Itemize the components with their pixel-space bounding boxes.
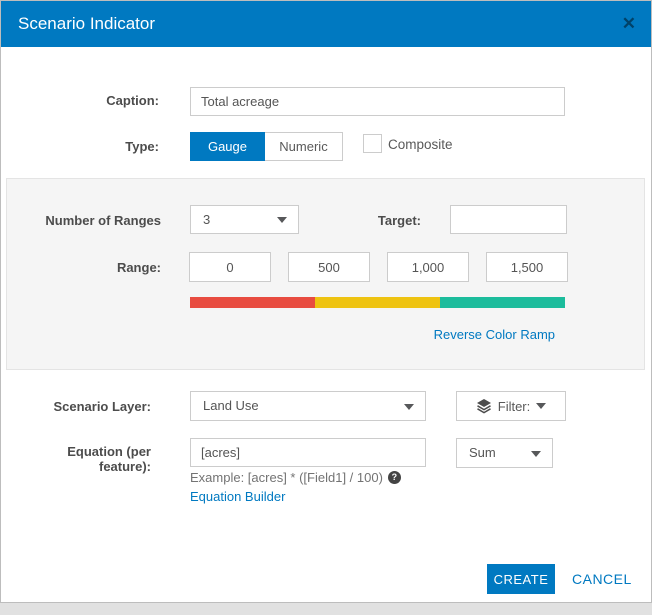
type-option-numeric[interactable]: Numeric — [265, 132, 343, 161]
caption-input[interactable] — [190, 87, 565, 116]
color-ramp-segment-red — [190, 297, 315, 308]
reverse-color-ramp-link[interactable]: Reverse Color Ramp — [315, 327, 555, 342]
chevron-down-icon — [277, 217, 287, 223]
composite-label: Composite — [388, 137, 453, 152]
equation-label: Equation (per feature): — [67, 444, 151, 474]
aggregation-value: Sum — [469, 445, 496, 460]
create-button[interactable]: CREATE — [487, 564, 555, 594]
help-icon[interactable]: ? — [387, 471, 401, 484]
chevron-down-icon — [404, 404, 414, 410]
target-input[interactable] — [450, 205, 567, 234]
aggregation-dropdown[interactable]: Sum — [456, 438, 553, 468]
scenario-layer-dropdown[interactable]: Land Use — [190, 391, 426, 421]
type-option-gauge[interactable]: Gauge — [190, 132, 265, 161]
dialog-title: Scenario Indicator — [18, 14, 156, 33]
chevron-down-icon — [531, 451, 541, 457]
equation-builder-link[interactable]: Equation Builder — [190, 489, 285, 504]
number-of-ranges-value: 3 — [203, 212, 211, 227]
cancel-button[interactable]: CANCEL — [572, 571, 632, 587]
range-input-3[interactable] — [387, 252, 469, 282]
layers-icon — [476, 399, 491, 414]
target-label: Target: — [377, 213, 421, 228]
filter-button[interactable]: Filter: — [456, 391, 566, 421]
range-label: Range: — [116, 260, 161, 275]
filter-label: Filter: — [497, 398, 531, 414]
close-icon[interactable]: ✕ — [622, 14, 636, 34]
equation-input[interactable] — [190, 438, 426, 467]
scenario-layer-label: Scenario Layer: — [53, 399, 151, 414]
color-ramp-segment-green — [440, 297, 565, 308]
scenario-layer-value: Land Use — [203, 398, 259, 413]
range-input-4[interactable] — [486, 252, 568, 282]
dialog-header: Scenario Indicator ✕ — [1, 1, 651, 47]
composite-checkbox[interactable] — [363, 134, 382, 153]
number-of-ranges-label: Number of Ranges — [45, 213, 161, 228]
range-input-1[interactable] — [189, 252, 271, 282]
color-ramp — [190, 297, 565, 308]
caption-label: Caption: — [106, 93, 159, 108]
chevron-down-icon — [536, 403, 547, 409]
type-label: Type: — [125, 139, 159, 154]
equation-example: Example: [acres] * ([Field1] / 100) ? — [190, 470, 401, 485]
range-input-2[interactable] — [288, 252, 370, 282]
color-ramp-segment-yellow — [315, 297, 440, 308]
number-of-ranges-dropdown[interactable]: 3 — [190, 205, 299, 234]
scenario-indicator-dialog: Scenario Indicator ✕ Caption: Type: Gaug… — [0, 0, 652, 603]
